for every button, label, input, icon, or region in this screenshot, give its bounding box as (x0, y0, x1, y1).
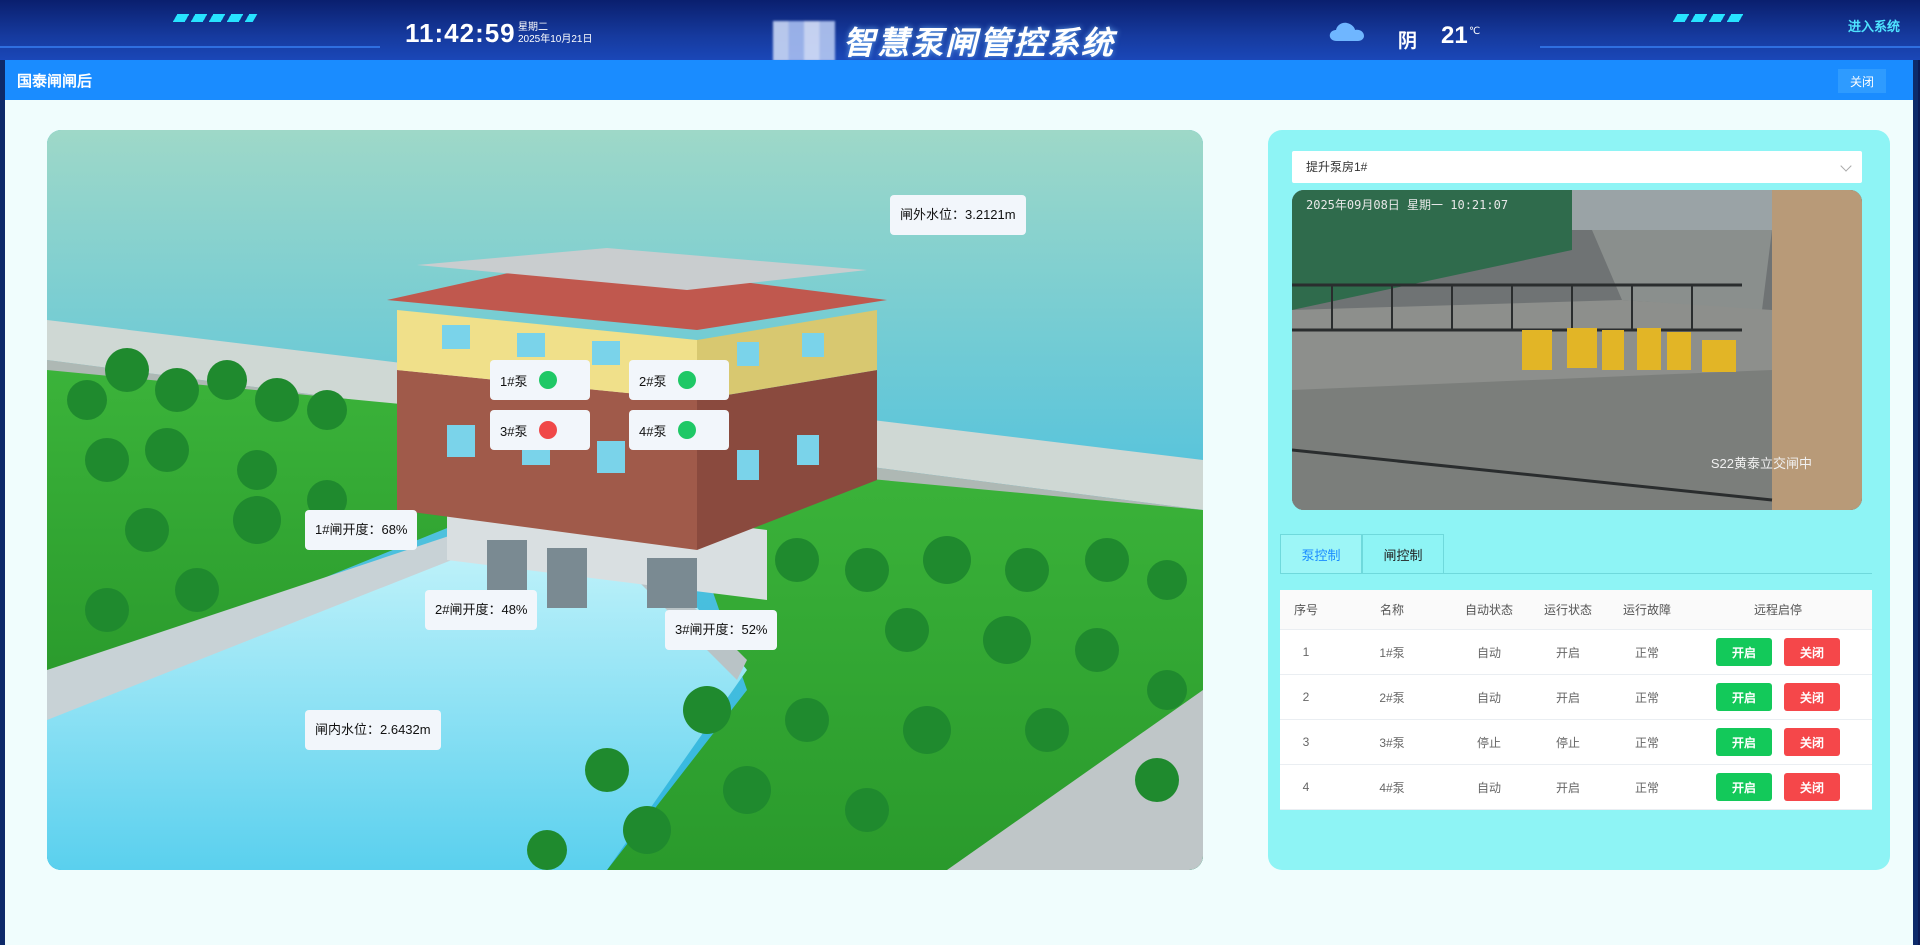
cell-name: 2#泵 (1379, 690, 1405, 705)
header-decoration-right (1672, 14, 1748, 22)
header-weekday: 星期二 (518, 22, 548, 33)
table-row: 1 1#泵 自动 开启 正常 开启 关闭 (1280, 630, 1872, 675)
cell-run-status: 开启 (1555, 645, 1580, 660)
pump-1-status-tag: 1#泵 (490, 360, 590, 400)
pump-station-scene: 闸外水位：3.2121m 闸内水位：2.6432m 1#闸开度：68% 2#闸开… (47, 130, 1203, 870)
pump-2-stop-button[interactable]: 关闭 (1784, 683, 1840, 711)
pump-1-start-button[interactable]: 开启 (1716, 638, 1772, 666)
cell-index: 4 (1302, 780, 1310, 794)
weather-text: 阴 (1398, 31, 1418, 52)
cell-remote: 开启 关闭 (1684, 638, 1872, 666)
pump-3-status-tag: 3#泵 (490, 410, 590, 450)
pump-3-label: 3#泵 (500, 423, 528, 439)
temperature: 21 (1441, 22, 1468, 49)
pump-2-start-button[interactable]: 开启 (1716, 683, 1772, 711)
control-panel: 提升泵房1# 2025年09月08日 星期一 10:21:07 S22黄泰立交闸… (1268, 130, 1890, 870)
header-line-right (1540, 46, 1920, 48)
cloud-icon (1329, 22, 1364, 41)
pump-2-label: 2#泵 (639, 373, 667, 389)
pump-table: 序号 名称 自动状态 运行状态 运行故障 远程启停 1 1#泵 自动 开启 正常… (1280, 590, 1872, 810)
side-strip-right (1913, 60, 1918, 945)
pump-1-label: 1#泵 (500, 373, 528, 389)
top-header: 11:42:59 星期二 2025年10月21日 智慧泵闸管控系统 阴 21 ℃… (0, 0, 1920, 60)
header-auto-status: 自动状态 (1464, 603, 1513, 617)
gate-3-opening-label: 3#闸开度：52% (665, 610, 778, 650)
header-date: 星期二 2025年10月21日 (518, 22, 593, 46)
cell-remote: 开启 关闭 (1684, 683, 1872, 711)
cell-auto-status: 停止 (1476, 735, 1501, 750)
modal-title: 国泰闸闸后 (17, 73, 93, 90)
table-header: 序号 名称 自动状态 运行状态 运行故障 远程启停 (1280, 590, 1872, 630)
header-clock: 11:42:59 (405, 18, 516, 48)
cell-auto-status: 自动 (1476, 690, 1501, 705)
cell-run-status: 停止 (1555, 735, 1580, 750)
logo (773, 21, 835, 60)
header-fault: 运行故障 (1622, 603, 1671, 617)
cell-remote: 开启 关闭 (1684, 728, 1872, 756)
cell-name: 3#泵 (1379, 735, 1405, 750)
cell-index: 2 (1302, 690, 1310, 704)
table-row: 2 2#泵 自动 开启 正常 开启 关闭 (1280, 675, 1872, 720)
gate-detail-modal: 国泰闸闸后 关闭 闸外水位：3.2121m 闸内水位：2.6432m 1#闸开度… (5, 60, 1913, 945)
header-decoration-left (172, 14, 258, 22)
modal-header: 国泰闸闸后 关闭 (5, 60, 1913, 100)
header-index: 序号 (1293, 603, 1318, 617)
pump-3-status-indicator (539, 421, 558, 439)
pump-4-start-button[interactable]: 开启 (1716, 773, 1772, 801)
cell-auto-status: 自动 (1476, 645, 1501, 660)
header-remote: 远程启停 (1753, 603, 1802, 617)
tab-pump-control[interactable]: 泵控制 (1280, 534, 1362, 574)
cell-fault: 正常 (1634, 780, 1659, 795)
cell-index: 1 (1302, 645, 1310, 659)
header-line-left (0, 46, 380, 48)
camera-timestamp: 2025年09月08日 星期一 10:21:07 (1306, 198, 1509, 212)
camera-feed[interactable]: 2025年09月08日 星期一 10:21:07 S22黄泰立交闸中 (1292, 190, 1862, 510)
pump-2-status-tag: 2#泵 (629, 360, 729, 400)
header-run-status: 运行状态 (1543, 603, 1592, 617)
control-tabs: 泵控制 闸控制 (1280, 534, 1444, 574)
pump-2-status-indicator (678, 371, 697, 389)
cell-fault: 正常 (1634, 690, 1659, 705)
system-title: 智慧泵闸管控系统 (843, 25, 1116, 60)
outer-water-level-label: 闸外水位：3.2121m (890, 195, 1026, 235)
cell-name: 4#泵 (1379, 780, 1405, 795)
pump-4-status-indicator (678, 421, 697, 439)
cell-fault: 正常 (1634, 645, 1659, 660)
cell-name: 1#泵 (1379, 645, 1405, 660)
station-select[interactable]: 提升泵房1# (1292, 151, 1862, 183)
enter-system-link[interactable]: 进入系统 (1848, 16, 1900, 35)
cell-auto-status: 自动 (1476, 780, 1501, 795)
header-name: 名称 (1379, 603, 1404, 617)
cell-remote: 开启 关闭 (1684, 773, 1872, 801)
pump-4-label: 4#泵 (639, 423, 667, 439)
temperature-unit: ℃ (1469, 26, 1481, 37)
cell-run-status: 开启 (1555, 780, 1580, 795)
pump-4-stop-button[interactable]: 关闭 (1784, 773, 1840, 801)
header-date-text: 2025年10月21日 (518, 34, 593, 45)
tabs-divider (1280, 573, 1872, 574)
gate-2-opening-label: 2#闸开度：48% (425, 590, 538, 630)
cell-index: 3 (1302, 735, 1310, 749)
pump-1-stop-button[interactable]: 关闭 (1784, 638, 1840, 666)
gate-1-opening-label: 1#闸开度：68% (305, 510, 418, 550)
inner-water-level-label: 闸内水位：2.6432m (305, 710, 441, 750)
chevron-down-icon (1840, 160, 1852, 172)
table-row: 3 3#泵 停止 停止 正常 开启 关闭 (1280, 720, 1872, 765)
pump-4-status-tag: 4#泵 (629, 410, 729, 450)
system-title-area: 智慧泵闸管控系统 (773, 18, 1115, 60)
pump-1-status-indicator (539, 371, 558, 389)
table-row: 4 4#泵 自动 开启 正常 开启 关闭 (1280, 765, 1872, 810)
cell-run-status: 开启 (1555, 690, 1580, 705)
camera-location: S22黄泰立交闸中 (1710, 456, 1812, 471)
pump-3-start-button[interactable]: 开启 (1716, 728, 1772, 756)
tab-gate-control[interactable]: 闸控制 (1362, 534, 1444, 574)
scene-illustration (47, 130, 1203, 870)
station-select-value: 提升泵房1# (1306, 160, 1368, 174)
cell-fault: 正常 (1634, 735, 1659, 750)
pump-3-stop-button[interactable]: 关闭 (1784, 728, 1840, 756)
modal-close-button[interactable]: 关闭 (1838, 69, 1886, 93)
